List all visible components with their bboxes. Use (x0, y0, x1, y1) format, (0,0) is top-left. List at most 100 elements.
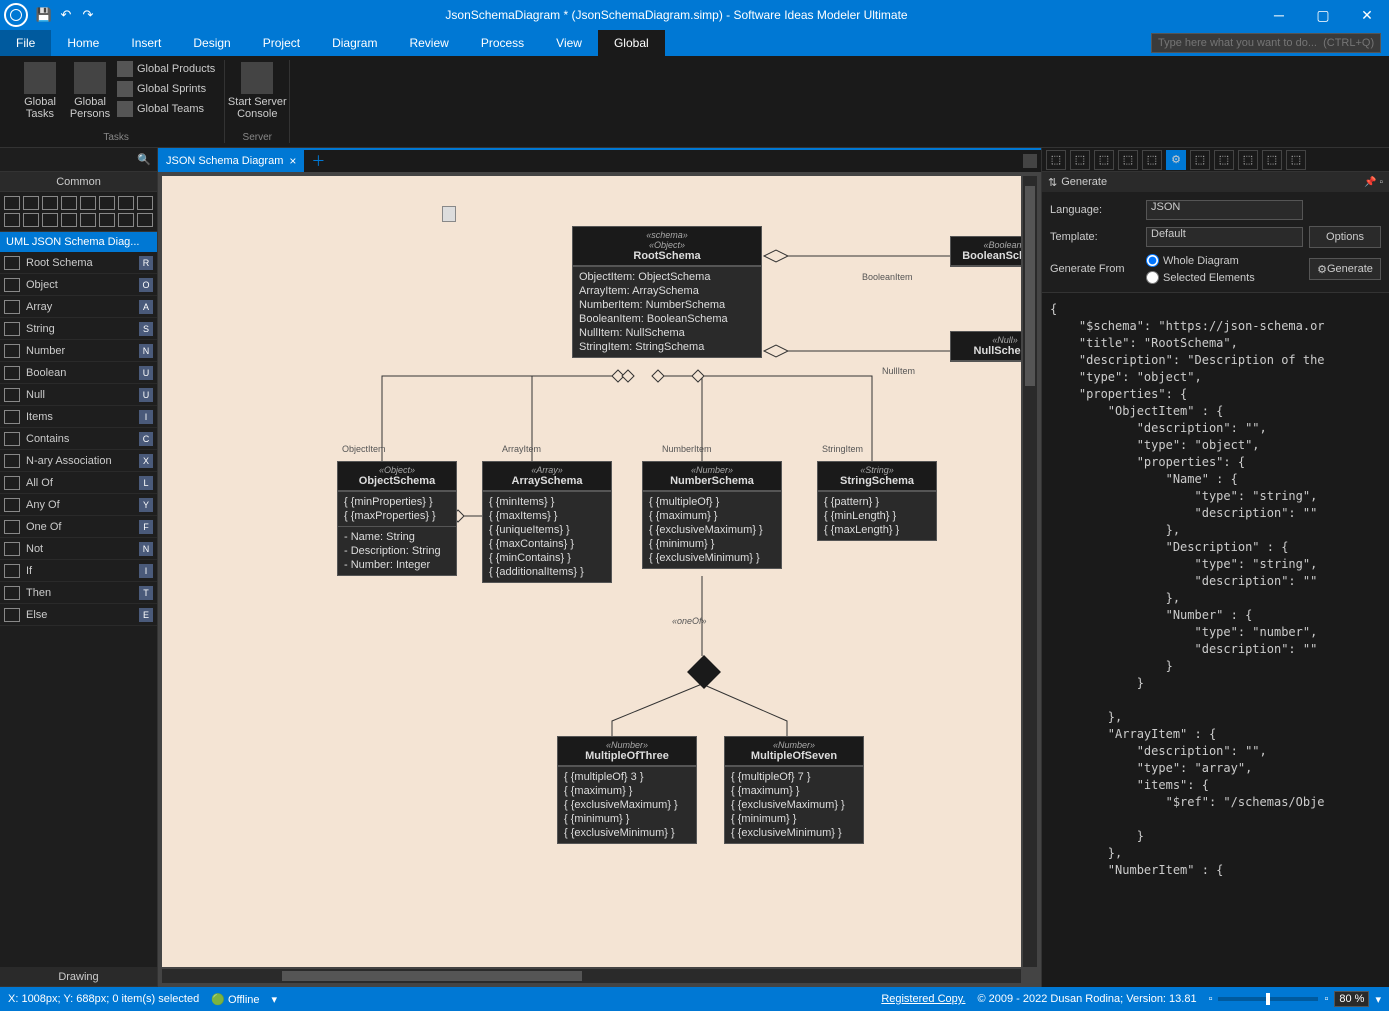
node-string-schema[interactable]: «String»StringSchema { {pattern} }{ {min… (817, 461, 937, 541)
sidebar-search[interactable]: 🔍 (0, 148, 157, 172)
registered-copy-link[interactable]: Registered Copy. (881, 993, 965, 1005)
tab-dropdown-icon[interactable] (1023, 154, 1037, 168)
global-teams-button[interactable]: Global Teams (116, 100, 216, 118)
global-persons-button[interactable]: Global Persons (66, 60, 114, 122)
toolbox-item[interactable]: IfI (0, 560, 157, 582)
zoom-in-icon[interactable]: ▫ (1324, 993, 1328, 1005)
shape-icon[interactable] (61, 196, 77, 210)
toolbox-item[interactable]: BooleanU (0, 362, 157, 384)
shape-icon[interactable] (80, 196, 96, 210)
radio-selected-elements[interactable]: Selected Elements (1146, 271, 1303, 284)
toolbox-item[interactable]: NullU (0, 384, 157, 406)
shape-icon[interactable] (137, 196, 153, 210)
shape-icon[interactable] (80, 213, 96, 227)
generate-button[interactable]: ⚙ Generate (1309, 258, 1381, 280)
pointer-icon[interactable] (4, 196, 20, 210)
start-server-button[interactable]: Start Server Console (233, 60, 281, 122)
node-multiple-of-three[interactable]: «Number»MultipleOfThree { {multipleOf} 3… (557, 736, 697, 844)
node-object-schema[interactable]: «Object»ObjectSchema { {minProperties} }… (337, 461, 457, 576)
template-select[interactable]: Default (1146, 227, 1303, 247)
tab-json-schema[interactable]: JSON Schema Diagram× (158, 150, 304, 172)
toolbox-item[interactable]: ArrayA (0, 296, 157, 318)
code-output[interactable]: { "$schema": "https://json-schema.or "ti… (1042, 293, 1389, 987)
add-tab-button[interactable]: ＋ (308, 151, 328, 171)
menu-global[interactable]: Global (598, 30, 665, 56)
close-icon[interactable]: × (289, 154, 296, 168)
shape-icon[interactable] (42, 196, 58, 210)
global-sprints-button[interactable]: Global Sprints (116, 80, 216, 98)
generate-panel-icon[interactable]: ⚙ (1166, 150, 1186, 170)
shape-icon[interactable] (23, 196, 39, 210)
language-select[interactable]: JSON (1146, 200, 1303, 220)
sidebar-drawing-header[interactable]: Drawing (0, 967, 157, 987)
menu-view[interactable]: View (540, 30, 598, 56)
zoom-slider[interactable] (1218, 997, 1318, 1001)
node-number-schema[interactable]: «Number»NumberSchema { {multipleOf} }{ {… (642, 461, 782, 569)
menu-review[interactable]: Review (393, 30, 464, 56)
status-dropdown-icon[interactable]: ▾ (272, 993, 278, 1006)
zoom-dropdown-icon[interactable]: ▾ (1375, 993, 1381, 1006)
toolbox-item[interactable]: All OfL (0, 472, 157, 494)
menu-insert[interactable]: Insert (115, 30, 177, 56)
panel-tool-icon[interactable]: ⬚ (1214, 150, 1234, 170)
global-products-button[interactable]: Global Products (116, 60, 216, 78)
decision-node[interactable] (687, 655, 721, 689)
panel-tool-icon[interactable]: ⬚ (1238, 150, 1258, 170)
shape-icon[interactable] (4, 213, 20, 227)
sidebar-common-header[interactable]: Common (0, 172, 157, 192)
node-root-schema[interactable]: «schema»«Object»RootSchema ObjectItem: O… (572, 226, 762, 358)
panel-tool-icon[interactable]: ⬚ (1286, 150, 1306, 170)
panel-tool-icon[interactable]: ⬚ (1262, 150, 1282, 170)
global-tasks-button[interactable]: Global Tasks (16, 60, 64, 122)
zoom-value[interactable]: 80 % (1334, 991, 1369, 1007)
panel-tool-icon[interactable]: ⬚ (1094, 150, 1114, 170)
close-button[interactable]: ✕ (1345, 0, 1389, 30)
menu-diagram[interactable]: Diagram (316, 30, 393, 56)
toolbox-item[interactable]: NumberN (0, 340, 157, 362)
toolbox-item[interactable]: N-ary AssociationX (0, 450, 157, 472)
shape-icon[interactable] (42, 213, 58, 227)
vertical-scrollbar[interactable] (1023, 176, 1037, 967)
toolbox-item[interactable]: ContainsC (0, 428, 157, 450)
toolbox-item[interactable]: ElseE (0, 604, 157, 626)
radio-whole-diagram[interactable]: Whole Diagram (1146, 254, 1303, 267)
panel-tool-icon[interactable]: ⬚ (1070, 150, 1090, 170)
panel-tool-icon[interactable]: ⬚ (1142, 150, 1162, 170)
search-input[interactable] (1151, 33, 1381, 53)
menu-file[interactable]: File (0, 30, 51, 56)
node-null-schema[interactable]: «Null»NullSchema (950, 331, 1021, 362)
toolbox-item[interactable]: One OfF (0, 516, 157, 538)
zoom-out-icon[interactable]: ▫ (1209, 993, 1213, 1005)
maximize-button[interactable]: ▢ (1301, 0, 1345, 30)
toolbox-item[interactable]: Any OfY (0, 494, 157, 516)
horizontal-scrollbar[interactable] (162, 969, 1021, 983)
menu-design[interactable]: Design (177, 30, 246, 56)
toolbox-item[interactable]: NotN (0, 538, 157, 560)
shape-icon[interactable] (61, 213, 77, 227)
menu-home[interactable]: Home (51, 30, 115, 56)
diagram-canvas[interactable]: BooleanItem NullItem ObjectItem ArrayIte… (162, 176, 1021, 967)
panel-tool-icon[interactable]: ⬚ (1046, 150, 1066, 170)
shape-icon[interactable] (23, 213, 39, 227)
toolbox-item[interactable]: ThenT (0, 582, 157, 604)
status-offline[interactable]: 🟢 Offline (211, 993, 259, 1006)
panel-tool-icon[interactable]: ⬚ (1190, 150, 1210, 170)
toolbox-item[interactable]: ItemsI (0, 406, 157, 428)
shape-icon[interactable] (137, 213, 153, 227)
shape-icon[interactable] (118, 196, 134, 210)
toolbox-item[interactable]: Root SchemaR (0, 252, 157, 274)
node-boolean-schema[interactable]: «Boolean»BooleanSchema (950, 236, 1021, 267)
menu-process[interactable]: Process (465, 30, 540, 56)
panel-tool-icon[interactable]: ⬚ (1118, 150, 1138, 170)
node-array-schema[interactable]: «Array»ArraySchema { {minItems} }{ {maxI… (482, 461, 612, 583)
options-button[interactable]: Options (1309, 226, 1381, 248)
minimize-button[interactable]: ─ (1257, 0, 1301, 30)
toolbox-item[interactable]: ObjectO (0, 274, 157, 296)
node-multiple-of-seven[interactable]: «Number»MultipleOfSeven { {multipleOf} 7… (724, 736, 864, 844)
shape-icon[interactable] (99, 213, 115, 227)
pin-icon[interactable]: 📌 ▫ (1364, 177, 1383, 188)
toolbox-item[interactable]: StringS (0, 318, 157, 340)
redo-icon[interactable]: ↷ (80, 7, 96, 23)
save-icon[interactable]: 💾 (36, 7, 52, 23)
shape-icon[interactable] (99, 196, 115, 210)
